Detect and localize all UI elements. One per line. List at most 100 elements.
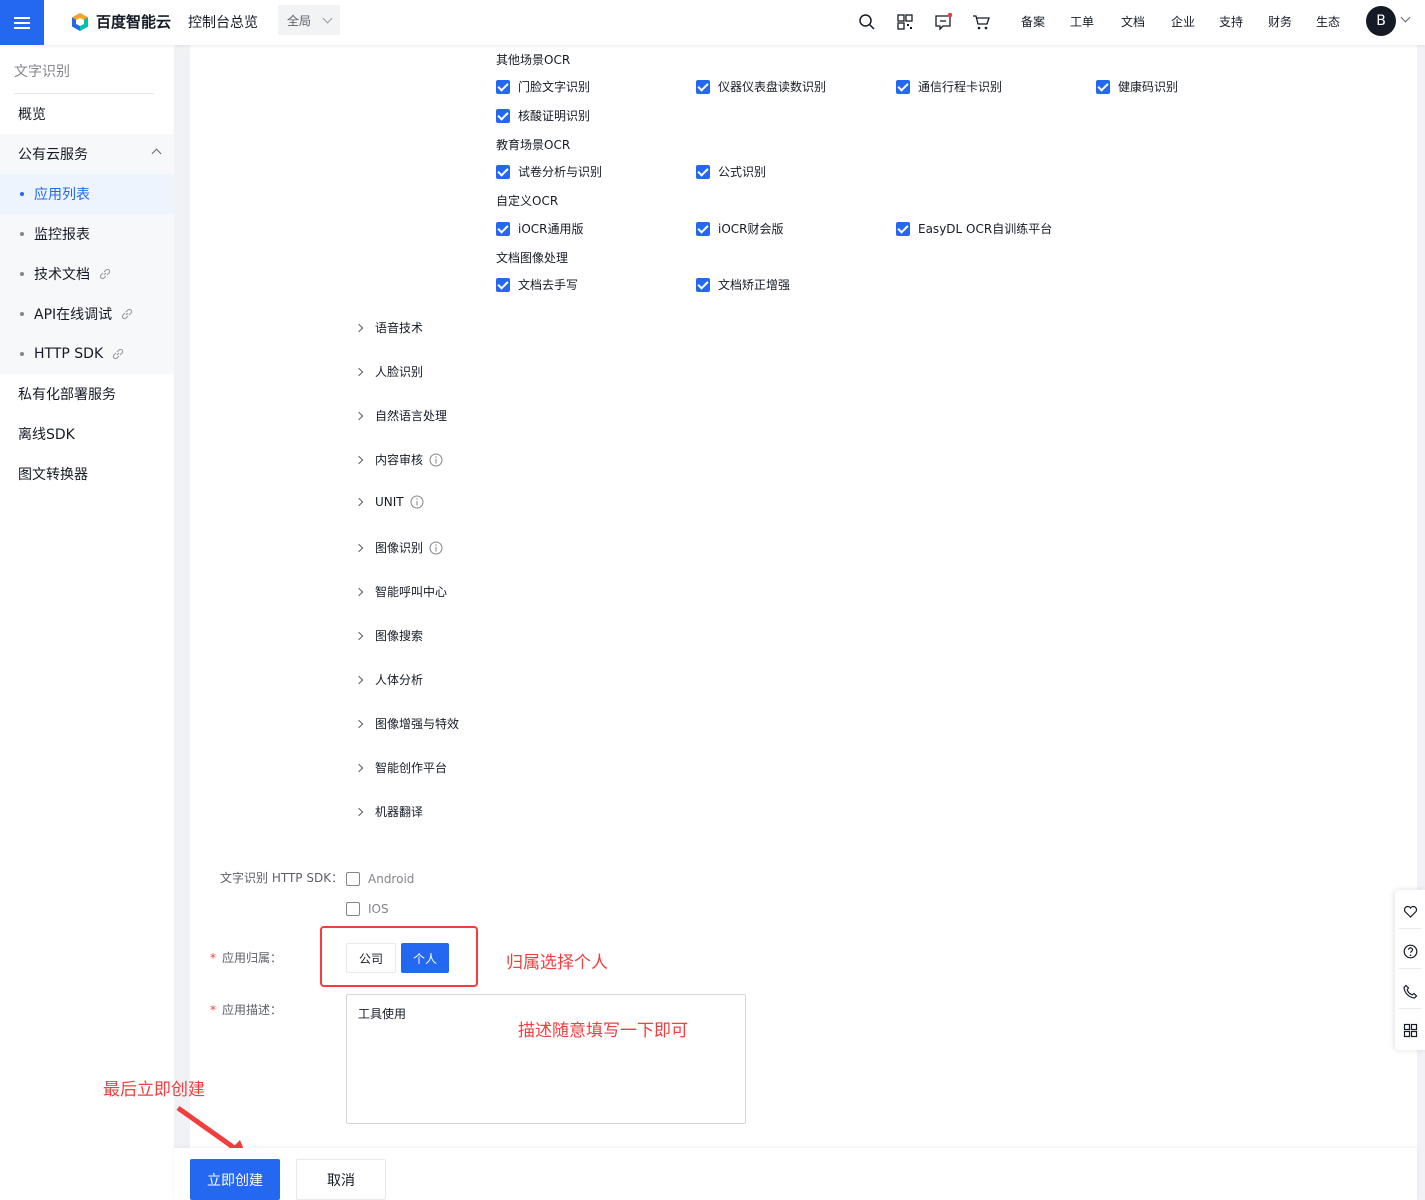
phone-icon[interactable] — [1403, 984, 1418, 999]
description-textarea[interactable]: 工具使用 — [346, 994, 746, 1124]
chevron-right-icon — [354, 455, 364, 464]
collapse-label: UNIT — [375, 495, 404, 509]
checkbox-android[interactable]: Android — [346, 872, 414, 886]
collapse-creation-platform[interactable]: 智能创作平台 — [354, 759, 447, 776]
nav-icp[interactable]: 备案 — [1021, 13, 1070, 30]
collapse-speech[interactable]: 语音技术 — [354, 319, 423, 336]
brand-logo[interactable]: 百度智能云 — [70, 11, 171, 32]
collapse-translation[interactable]: 机器翻译 — [354, 803, 423, 820]
collapse-content-review[interactable]: 内容审核 — [354, 451, 443, 468]
checkbox-label: iOCR通用版 — [518, 222, 584, 236]
checkbox-label: 门脸文字识别 — [518, 80, 591, 94]
sidebar-item-offline-sdk[interactable]: 离线SDK — [0, 414, 174, 454]
heart-icon[interactable] — [1403, 904, 1418, 919]
search-icon[interactable] — [858, 13, 876, 31]
region-select[interactable]: 全局 — [278, 5, 340, 35]
sidebar-item-converter[interactable]: 图文转换器 — [0, 454, 174, 494]
sidebar-item-label: 图文转换器 — [18, 467, 88, 483]
checkbox-unchecked-icon — [346, 902, 360, 916]
cart-icon[interactable] — [972, 13, 990, 31]
nav-finance[interactable]: 财务 — [1268, 13, 1316, 30]
annotation-owner-note: 归属选择个人 — [506, 953, 608, 973]
avatar[interactable]: B — [1366, 6, 1396, 36]
checkbox-item[interactable]: EasyDL OCR自训练平台 — [896, 220, 1052, 237]
checkbox-checked-icon — [696, 164, 710, 179]
checkbox-item[interactable]: 健康码识别 — [1096, 78, 1178, 95]
checkbox-item[interactable]: 核酸证明识别 — [496, 107, 590, 124]
checkbox-item[interactable]: 仪器仪表盘读数识别 — [696, 78, 826, 95]
chevron-right-icon — [354, 719, 364, 728]
chevron-up-icon — [151, 148, 162, 159]
nav-docs[interactable]: 文档 — [1121, 13, 1171, 30]
help-icon[interactable] — [1403, 944, 1418, 959]
info-icon[interactable] — [429, 541, 443, 555]
checkbox-item[interactable]: 门脸文字识别 — [496, 78, 590, 95]
collapse-image-recognition[interactable]: 图像识别 — [354, 539, 443, 556]
create-button[interactable]: 立即创建 — [190, 1159, 280, 1200]
group-title: 其他场景OCR — [496, 53, 571, 67]
collapse-image-enhance[interactable]: 图像增强与特效 — [354, 715, 459, 732]
top-bar: 百度智能云 控制台总览 全局 备案 工单 文档 企业 支持 财务 生态 B — [0, 0, 1425, 45]
sdk-label: 文字识别 HTTP SDK： — [220, 871, 344, 885]
sidebar-item-label: 离线SDK — [18, 427, 75, 443]
collapse-nlp[interactable]: 自然语言处理 — [354, 407, 447, 424]
nav-support[interactable]: 支持 — [1219, 13, 1268, 30]
checkbox-item[interactable]: iOCR财会版 — [696, 220, 784, 237]
checkbox-item[interactable]: iOCR通用版 — [496, 220, 584, 237]
collapse-label: 人体分析 — [375, 673, 424, 687]
nav-ecosystem[interactable]: 生态 — [1316, 13, 1346, 30]
checkbox-label: 仪器仪表盘读数识别 — [718, 80, 827, 94]
sidebar-item-private-deploy[interactable]: 私有化部署服务 — [0, 374, 174, 414]
nav-enterprise[interactable]: 企业 — [1171, 13, 1219, 30]
floating-toolbar — [1395, 890, 1425, 1050]
collapse-unit[interactable]: UNIT — [354, 495, 424, 509]
checkbox-item[interactable]: 文档矫正增强 — [696, 276, 790, 293]
collapse-image-search[interactable]: 图像搜索 — [354, 627, 424, 644]
checkbox-checked-icon — [896, 79, 910, 94]
sidebar-item-label: 概览 — [18, 107, 46, 123]
sidebar-item-label: 技术文档 — [34, 267, 90, 283]
desc-label-text: 应用描述： — [222, 1003, 283, 1017]
sidebar-item-tech-docs[interactable]: 技术文档 — [0, 254, 174, 294]
checkbox-checked-icon — [496, 108, 510, 123]
collapse-call-center[interactable]: 智能呼叫中心 — [354, 583, 447, 600]
qrcode-icon[interactable] — [896, 13, 914, 31]
sidebar-item-label: API在线调试 — [34, 307, 113, 323]
collapse-body-analysis[interactable]: 人体分析 — [354, 671, 424, 688]
annotation-highlight-box — [320, 926, 478, 987]
collapse-face[interactable]: 人脸识别 — [354, 363, 423, 380]
checkbox-item[interactable]: 公式识别 — [696, 163, 766, 180]
checkbox-item[interactable]: 通信行程卡识别 — [896, 78, 1002, 95]
chevron-down-icon[interactable] — [1400, 12, 1411, 23]
checkbox-item[interactable]: 文档去手写 — [496, 276, 578, 293]
chevron-right-icon — [354, 675, 364, 684]
sidebar-item-overview[interactable]: 概览 — [0, 94, 174, 134]
chevron-right-icon — [354, 631, 364, 640]
chevron-right-icon — [354, 323, 364, 332]
sidebar-item-http-sdk[interactable]: HTTP SDK — [0, 334, 174, 374]
chevron-right-icon — [354, 763, 364, 772]
message-icon[interactable] — [934, 13, 952, 31]
collapse-label: 图像搜索 — [375, 629, 424, 643]
required-mark: * — [210, 951, 216, 965]
info-icon[interactable] — [410, 495, 424, 509]
sidebar-item-app-list[interactable]: 应用列表 — [0, 174, 174, 214]
sidebar-item-monitor[interactable]: 监控报表 — [0, 214, 174, 254]
nav-ticket[interactable]: 工单 — [1070, 13, 1121, 30]
sidebar-item-public-cloud[interactable]: 公有云服务 — [0, 134, 174, 174]
sidebar-item-label: 私有化部署服务 — [18, 387, 116, 403]
info-icon[interactable] — [429, 453, 443, 467]
console-overview-link[interactable]: 控制台总览 — [188, 12, 258, 32]
checkbox-label: Android — [368, 872, 415, 886]
cancel-button[interactable]: 取消 — [296, 1159, 386, 1200]
grid-icon[interactable] — [1403, 1023, 1418, 1038]
checkbox-item[interactable]: 试卷分析与识别 — [496, 163, 602, 180]
bullet-icon — [20, 192, 24, 196]
menu-icon[interactable] — [0, 0, 44, 45]
chevron-right-icon — [354, 587, 364, 596]
sidebar-item-api-debug[interactable]: API在线调试 — [0, 294, 174, 334]
checkbox-label: IOS — [368, 902, 389, 916]
link-icon — [113, 348, 124, 360]
checkbox-ios[interactable]: IOS — [346, 902, 389, 916]
bullet-icon — [20, 272, 24, 276]
